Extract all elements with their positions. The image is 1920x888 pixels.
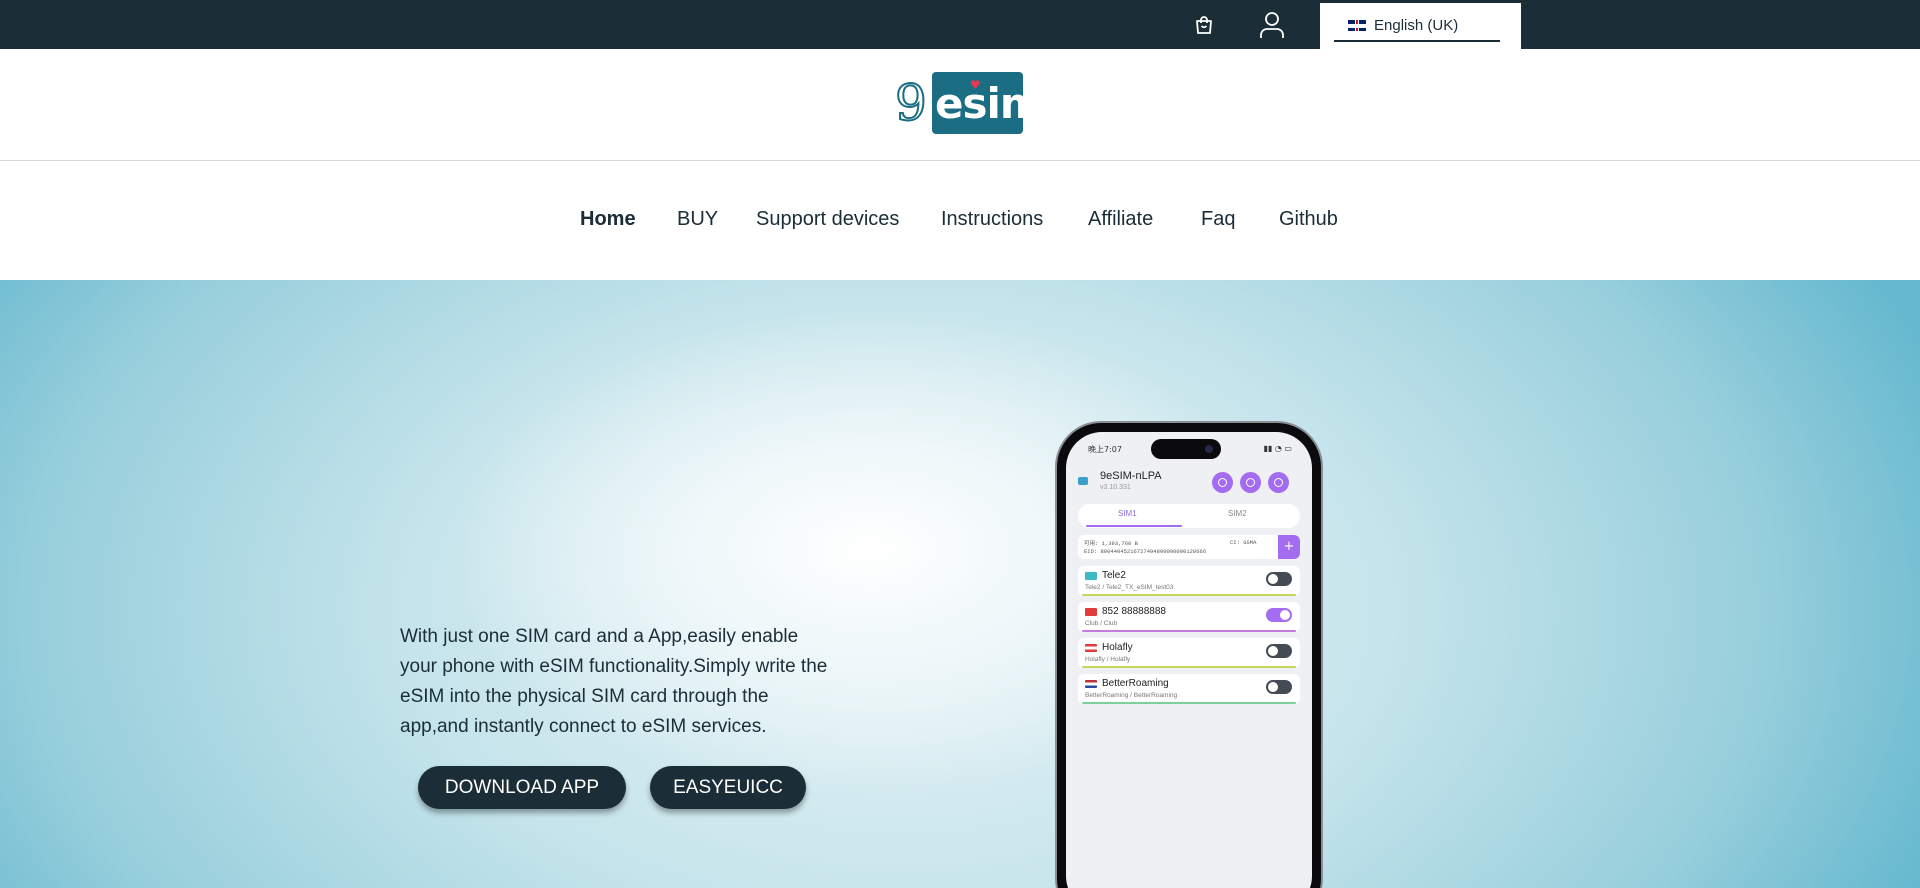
top-bar: English (UK) (0, 0, 1920, 49)
flag-icon (1085, 644, 1097, 652)
hero-section: With just one SIM card and a App,easily … (0, 280, 1920, 888)
tab-underline (1086, 525, 1182, 527)
profile-toggle (1266, 680, 1292, 694)
profile-name: BetterRoaming (1102, 678, 1169, 689)
uk-flag-icon (1348, 20, 1366, 31)
settings-icon (1268, 472, 1289, 493)
profile-card: Holafly Holafly / Holafly (1078, 638, 1300, 668)
hero-description: With just one SIM card and a App,easily … (400, 626, 828, 737)
easyeuicc-button[interactable]: EASYEUICC (650, 766, 806, 809)
add-profile-icon: + (1278, 535, 1300, 559)
tab-sim1: SIM1 (1118, 509, 1137, 518)
profile-card: Tele2 Tele2 / Tele2_TX_eSIM_test03 (1078, 566, 1300, 596)
nav-buy[interactable]: BUY (677, 208, 718, 231)
site-header: 9 esim ♥ (0, 49, 1920, 161)
nav-affiliate[interactable]: Affiliate (1088, 208, 1153, 231)
ci-label: CI: GSMA (1230, 539, 1257, 546)
profile-sub: Club / Club (1085, 620, 1118, 627)
free-space: 可用: 1,393,760 B (1084, 540, 1138, 547)
9esim-logo[interactable]: 9 esim ♥ (894, 72, 1044, 136)
profile-sub: BetterRoaming / BetterRoaming (1085, 692, 1178, 699)
nav-github[interactable]: Github (1279, 208, 1338, 231)
flag-icon (1085, 608, 1097, 616)
tab-sim2: SIM2 (1228, 509, 1247, 518)
shopping-bag-icon[interactable] (1190, 10, 1218, 40)
app-header: 9eSIM-nLPA v3.10.331 (1078, 468, 1300, 498)
nav-faq[interactable]: Faq (1201, 208, 1235, 231)
app-logo-icon (1078, 477, 1088, 485)
profile-card: BetterRoaming BetterRoaming / BetterRoam… (1078, 674, 1300, 704)
logo-text: esim (935, 79, 1044, 128)
eid-panel: 可用: 1,393,760 B CI: GSMA EID: 8904404521… (1078, 535, 1300, 559)
profile-name: 852 88888888 (1102, 606, 1166, 617)
main-navigation: Home BUY Support devices Instructions Af… (0, 162, 1920, 280)
profile-toggle (1266, 572, 1292, 586)
language-selector-box: English (UK) (1320, 3, 1521, 49)
profile-card: 852 88888888 Club / Club (1078, 602, 1300, 632)
profile-sub: Holafly / Holafly (1085, 656, 1131, 663)
sim-tabs: SIM1 SIM2 (1078, 504, 1300, 528)
flag-icon (1085, 680, 1097, 688)
profile-name: Tele2 (1102, 570, 1126, 581)
app-version: v3.10.331 (1100, 484, 1131, 491)
profile-toggle (1266, 608, 1292, 622)
status-time: 晚上7:07 (1088, 445, 1122, 454)
phone-screen: 晚上7:07 ▮▮ ◔ ▭ 9eSIM-nLPA v3.10.331 SIM1 … (1066, 432, 1312, 888)
card-accent (1082, 702, 1296, 704)
nav-support-devices[interactable]: Support devices (756, 208, 899, 231)
download-app-button[interactable]: DOWNLOAD APP (418, 766, 626, 809)
card-accent (1082, 594, 1296, 596)
phone-mockup: 晚上7:07 ▮▮ ◔ ▭ 9eSIM-nLPA v3.10.331 SIM1 … (1057, 423, 1321, 888)
card-accent (1082, 630, 1296, 632)
language-label: English (UK) (1374, 17, 1459, 34)
profile-name: Holafly (1102, 642, 1133, 653)
eid-value: EID: 89044045216727494800000000128666 (1084, 548, 1207, 555)
flag-action-icon (1212, 472, 1233, 493)
nav-home[interactable]: Home (580, 208, 636, 231)
language-select[interactable]: English (UK) (1334, 11, 1500, 42)
flag-icon (1085, 572, 1097, 580)
dynamic-island (1151, 439, 1221, 459)
user-icon[interactable] (1258, 10, 1286, 40)
profile-toggle (1266, 644, 1292, 658)
profile-sub: Tele2 / Tele2_TX_eSIM_test03 (1085, 584, 1174, 591)
card-accent (1082, 666, 1296, 668)
app-title: 9eSIM-nLPA (1100, 470, 1162, 482)
heart-icon: ♥ (970, 78, 981, 92)
logo-nine: 9 (894, 74, 928, 132)
nav-instructions[interactable]: Instructions (941, 208, 1043, 231)
refresh-icon (1240, 472, 1261, 493)
status-icons: ▮▮ ◔ ▭ (1263, 444, 1292, 453)
